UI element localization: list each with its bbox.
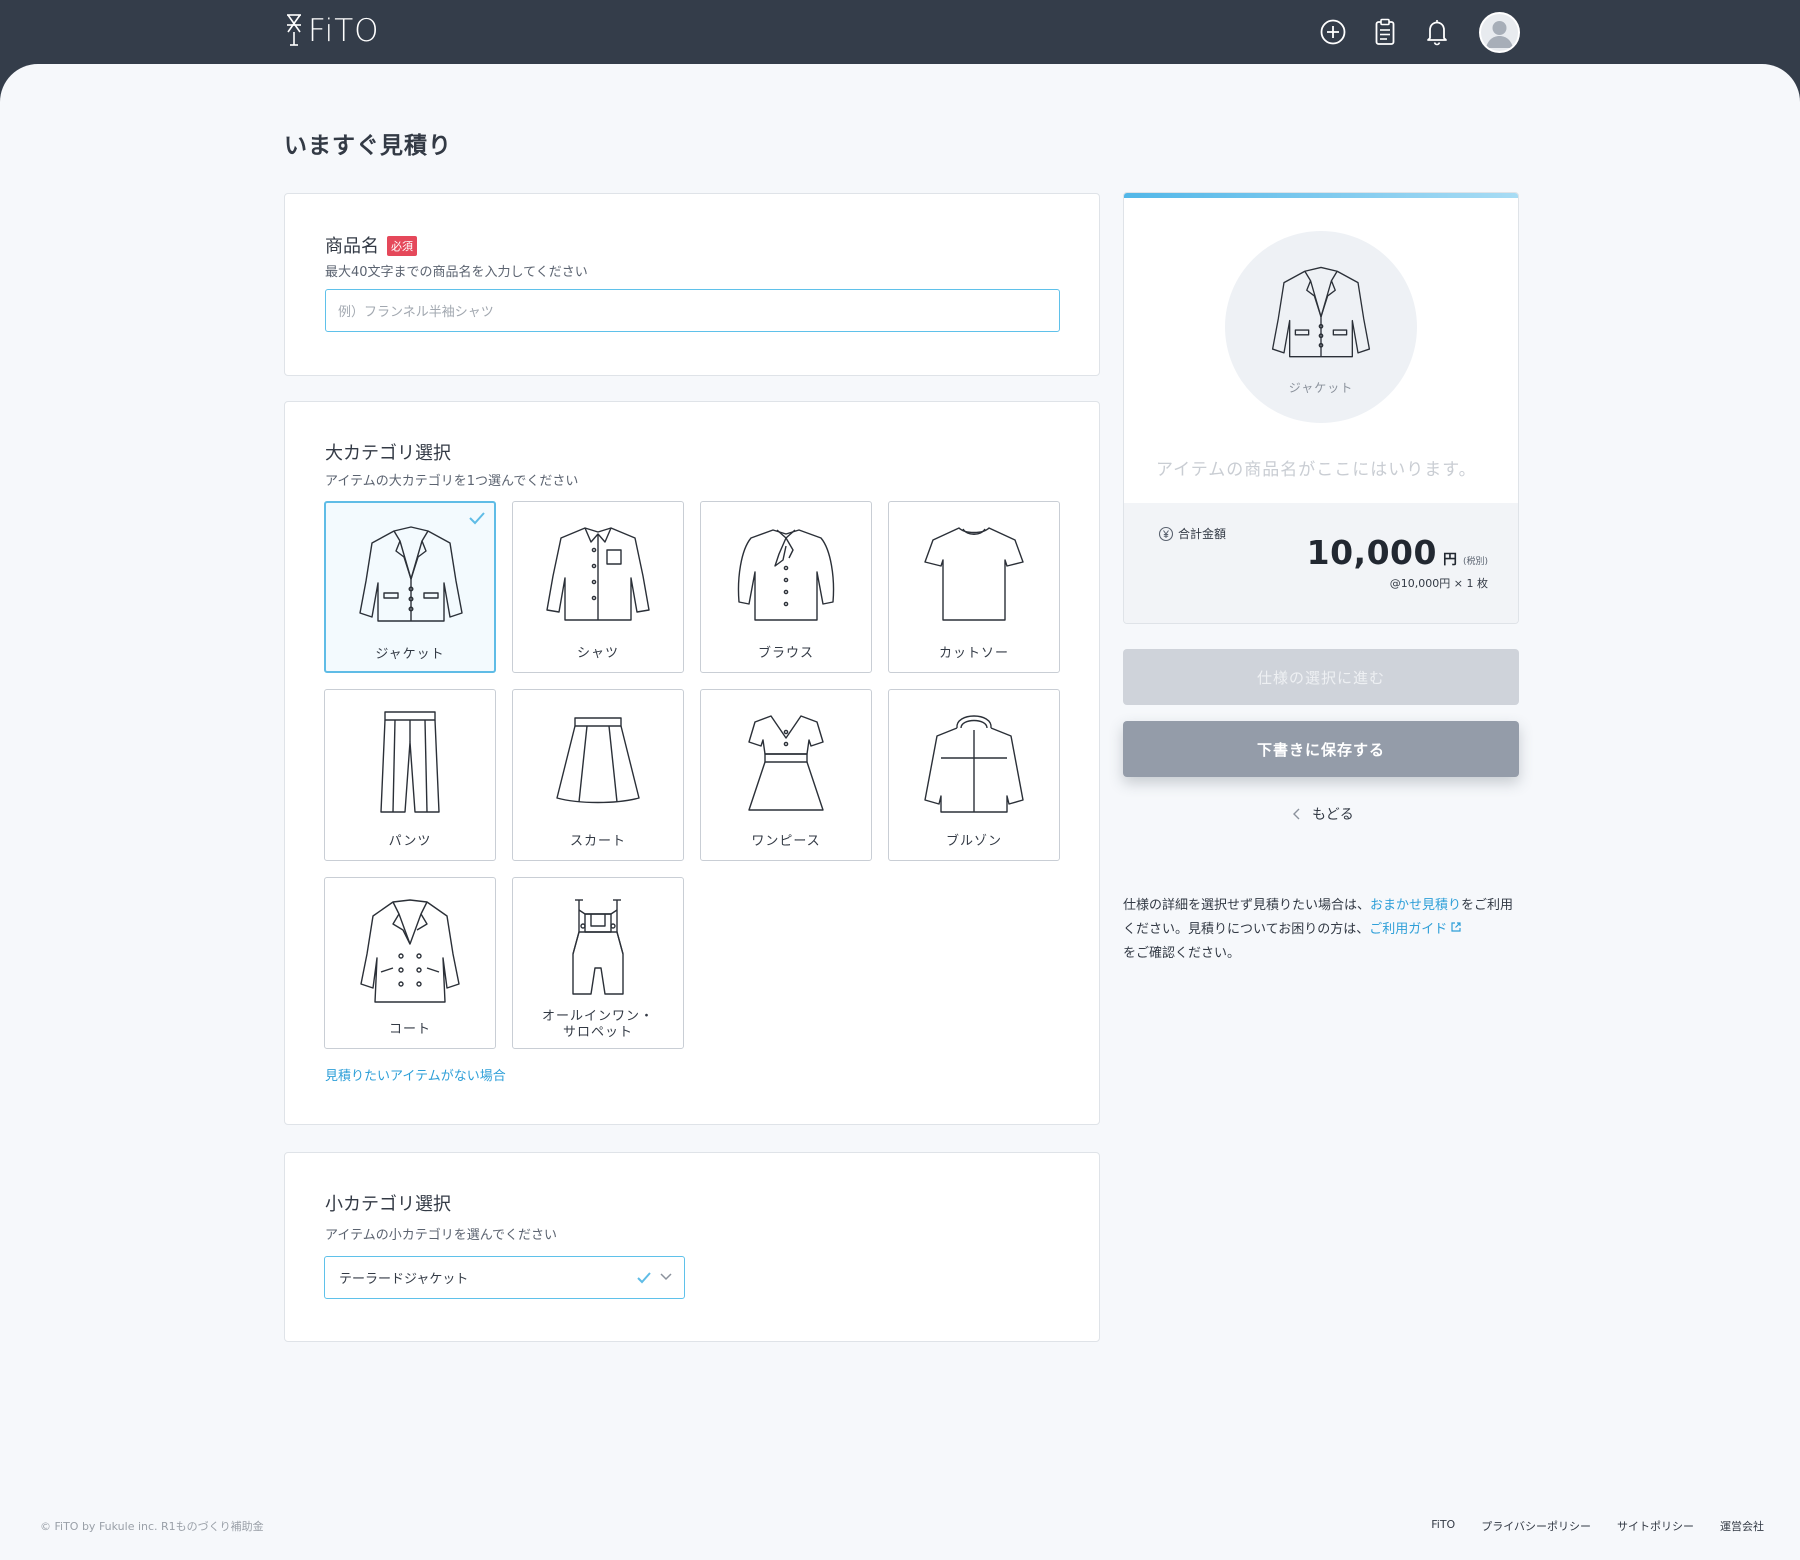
main-category-description: アイテムの大カテゴリを1つ選んでください: [325, 474, 579, 489]
category-item-jacket[interactable]: ジャケット: [324, 501, 496, 673]
category-item-dress[interactable]: ワンピース: [700, 689, 872, 861]
category-label: ワンピース: [751, 834, 821, 849]
category-label: カットソー: [938, 646, 1009, 661]
overalls-icon: [572, 899, 624, 995]
footer-link-privacy[interactable]: プライバシーポリシー: [1481, 1518, 1591, 1534]
category-item-overalls[interactable]: オールインワン・ サロペット: [512, 877, 684, 1049]
back-link[interactable]: もどる: [1292, 804, 1354, 824]
category-label: ブラウス: [757, 646, 814, 661]
preview-product-name: アイテムの商品名がここにはいります。: [1156, 460, 1477, 480]
category-label: オールインワン・ サロペット: [541, 1009, 654, 1040]
total-amount-value: 10,000: [1306, 533, 1437, 572]
preview-accent-bar: [1124, 193, 1518, 198]
product-name-placeholder: 例）フランネル半袖シャツ: [338, 305, 494, 320]
dress-icon: [748, 715, 824, 811]
sub-category-description: アイテムの小カテゴリを選んでください: [325, 1228, 558, 1243]
category-label: スカート: [569, 834, 626, 849]
footer-link-company[interactable]: 運営会社: [1720, 1518, 1764, 1534]
checkmark-icon: [637, 1272, 651, 1284]
bell-icon[interactable]: [1422, 16, 1452, 48]
clipboard-icon[interactable]: [1370, 16, 1400, 48]
shirt-icon: [546, 527, 650, 621]
omakase-estimate-link[interactable]: おまかせ見積り: [1370, 898, 1461, 913]
usage-guide-link[interactable]: ご利用ガイド: [1369, 922, 1462, 937]
unit-price-line: @10,000円 × 1 枚: [1389, 577, 1488, 590]
pants-icon: [380, 711, 440, 813]
category-item-blouson[interactable]: ブルゾン: [888, 689, 1060, 861]
usage-guide-label: ご利用ガイド: [1369, 922, 1448, 937]
category-item-pants[interactable]: パンツ: [324, 689, 496, 861]
skirt-icon: [556, 717, 640, 804]
preview-image: ジャケット: [1225, 231, 1417, 423]
total-amount: 10,000 円 (税別): [1307, 533, 1488, 572]
category-label: パンツ: [388, 834, 432, 849]
blouse-icon: [737, 529, 835, 621]
jacket-icon: [359, 526, 463, 622]
jacket-icon: [1271, 266, 1371, 358]
proceed-to-spec-button[interactable]: 仕様の選択に進む: [1123, 649, 1519, 705]
external-link-icon: [1451, 922, 1461, 932]
coat-icon: [360, 899, 460, 1003]
preview-card: ジャケット アイテムの商品名がここにはいります。 合計金額 10,000 円 (…: [1123, 192, 1519, 624]
total-label-text: 合計金額: [1178, 527, 1227, 541]
add-circle-icon[interactable]: [1318, 16, 1348, 48]
yen-icon: [1158, 526, 1174, 541]
fito-logo-icon: [287, 14, 301, 46]
save-draft-button[interactable]: 下書きに保存する: [1123, 721, 1519, 777]
sub-category-select[interactable]: テーラードジャケット: [324, 1256, 685, 1299]
category-label: ジャケット: [375, 647, 445, 662]
preview-price-section: 合計金額 10,000 円 (税別) @10,000円 × 1 枚: [1124, 503, 1518, 623]
sub-category-card: 小カテゴリ選択 アイテムの小カテゴリを選んでください テーラードジャケット: [284, 1152, 1100, 1342]
page-content: いますぐ見積り 商品名 必須 最大40文字までの商品名を入力してください 例）フラ…: [0, 64, 1800, 1560]
tax-note: (税別): [1462, 557, 1488, 567]
product-name-input[interactable]: 例）フランネル半袖シャツ: [325, 289, 1060, 332]
currency-label: 円: [1442, 552, 1457, 568]
sub-category-selected-value: テーラードジャケット: [339, 1272, 469, 1287]
category-item-shirt[interactable]: シャツ: [512, 501, 684, 673]
help-text: 仕様の詳細を選択せず見積りたい場合は、おまかせ見積りをご利用ください。見積りにつ…: [1123, 894, 1523, 966]
top-navigation-bar: FiTO: [0, 0, 1800, 64]
category-label: シャツ: [576, 646, 619, 661]
back-label: もどる: [1312, 807, 1354, 823]
main-category-card: 大カテゴリ選択 アイテムの大カテゴリを1つ選んでください ジャケット シャツ ブ…: [284, 401, 1100, 1125]
user-avatar[interactable]: [1479, 12, 1520, 53]
category-item-skirt[interactable]: スカート: [512, 689, 684, 861]
copyright-text: © FiTO by Fukule inc. R1ものづくり補助金: [40, 1520, 264, 1533]
category-label: コート: [388, 1022, 431, 1037]
total-label: 合計金額: [1158, 525, 1226, 542]
category-item-cutsew[interactable]: カットソー: [888, 501, 1060, 673]
sub-category-title: 小カテゴリ選択: [325, 1194, 451, 1215]
product-name-description: 最大40文字までの商品名を入力してください: [325, 265, 588, 280]
brand-name: FiTO: [308, 13, 380, 49]
required-badge: 必須: [387, 236, 417, 256]
help-text-part: をご確認ください。: [1123, 946, 1241, 961]
category-label: ブルゾン: [945, 834, 1002, 849]
footer-links: FiTO プライバシーポリシー サイトポリシー 運営会社: [1431, 1518, 1764, 1534]
category-item-coat[interactable]: コート: [324, 877, 496, 1049]
product-name-heading: 商品名 必須: [325, 232, 417, 258]
product-name-title: 商品名: [325, 236, 379, 257]
category-item-blouse[interactable]: ブラウス: [700, 501, 872, 673]
help-text-part: 仕様の詳細を選択せず見積りたい場合は、: [1123, 898, 1371, 913]
missing-item-link[interactable]: 見積りたいアイテムがない場合: [325, 1065, 506, 1084]
main-category-title: 大カテゴリ選択: [325, 443, 451, 464]
tshirt-icon: [924, 527, 1024, 621]
brand-logo[interactable]: FiTO: [284, 12, 380, 50]
footer-link-site-policy[interactable]: サイトポリシー: [1617, 1518, 1694, 1534]
chevron-down-icon: [660, 1273, 672, 1281]
page-title: いますぐ見積り: [284, 133, 452, 159]
preview-category-caption: ジャケット: [1288, 381, 1354, 395]
chevron-left-icon: [1293, 808, 1300, 820]
blouson-icon: [924, 715, 1024, 813]
footer-link-fito[interactable]: FiTO: [1431, 1518, 1455, 1534]
user-avatar-icon: [1486, 21, 1513, 48]
product-name-card: 商品名 必須 最大40文字までの商品名を入力してください 例）フランネル半袖シャツ: [284, 193, 1100, 376]
checkmark-icon: [469, 512, 485, 525]
